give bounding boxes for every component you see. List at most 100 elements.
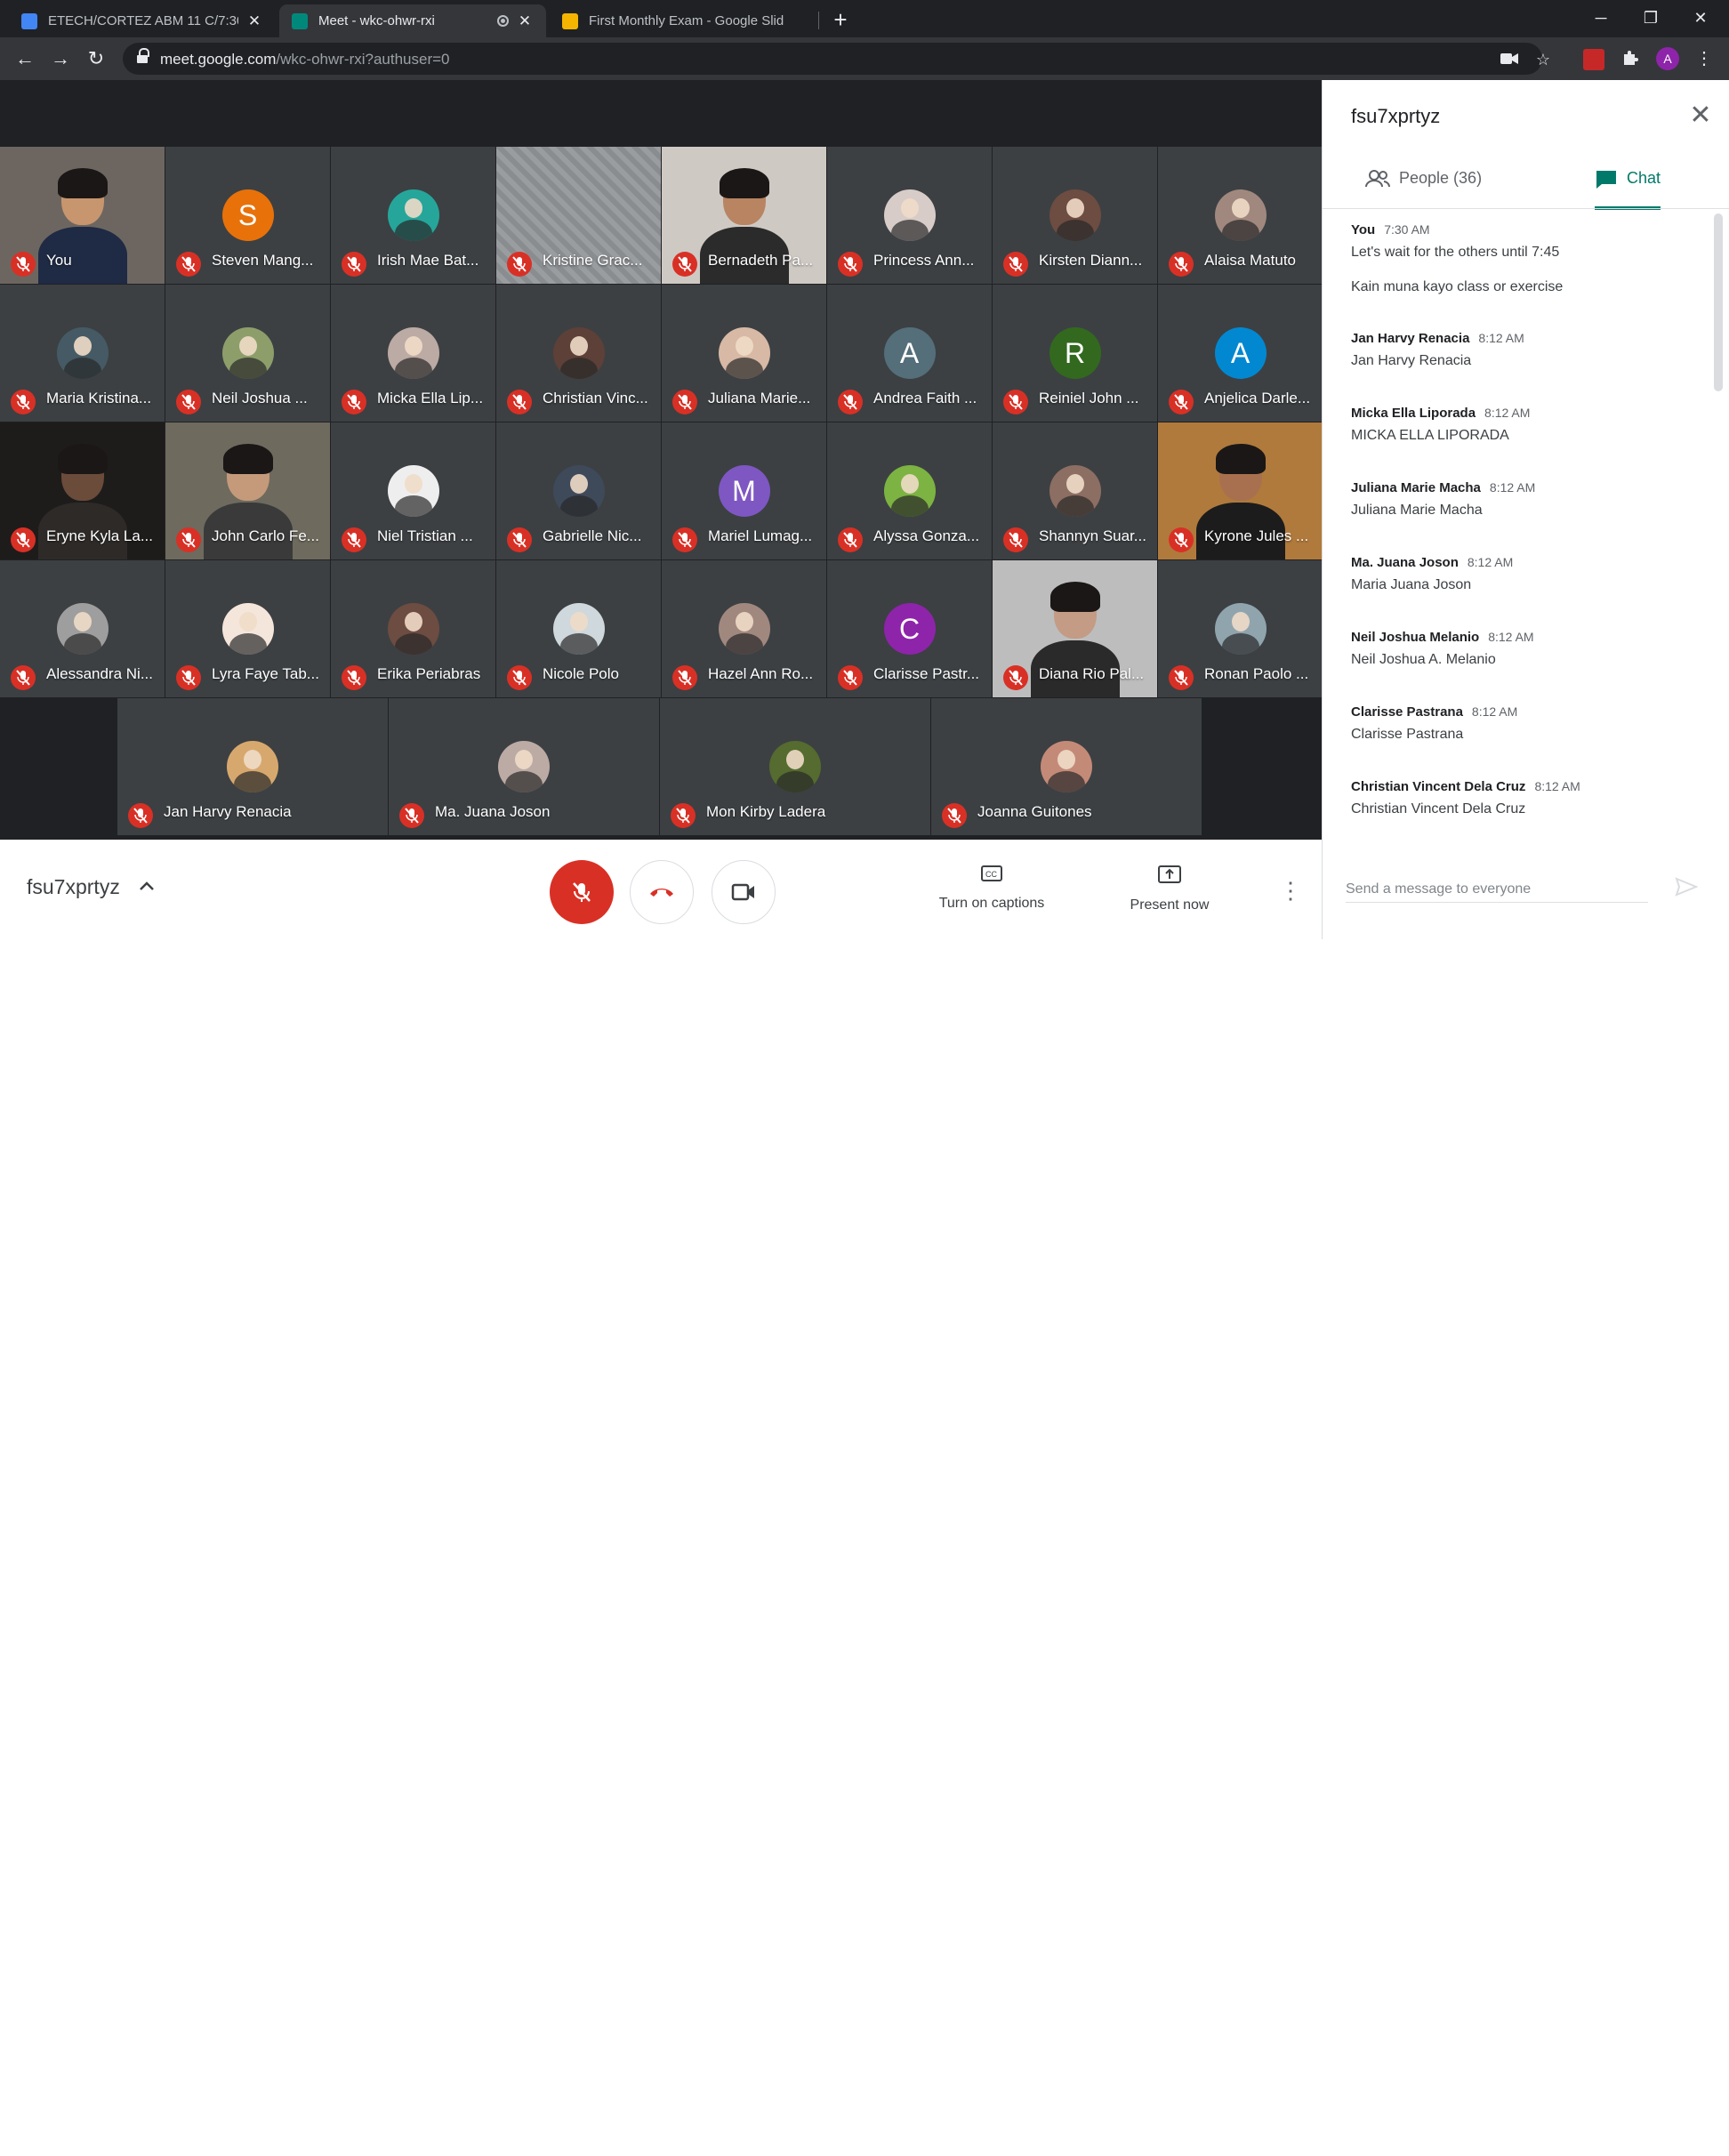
mic-muted-icon (671, 803, 696, 828)
browser-tab-meet[interactable]: Meet - wkc-ohwr-rxi ✕ (279, 4, 546, 37)
participant-name: John Carlo Fe... (212, 527, 319, 544)
browser-menu-icon[interactable]: ⋮ (1693, 48, 1715, 69)
participant-tile[interactable]: A Andrea Faith ... (827, 285, 992, 422)
back-button[interactable]: ← (11, 44, 39, 73)
participant-tile[interactable]: Ma. Juana Joson (389, 698, 659, 835)
close-window-button[interactable]: ✕ (1676, 4, 1725, 32)
message-sender: Christian Vincent Dela Cruz (1351, 779, 1526, 794)
camera-toggle-button[interactable] (712, 860, 776, 924)
meeting-details-chevron-icon[interactable] (135, 875, 158, 898)
mic-muted-icon (507, 252, 532, 277)
participant-name: Irish Mae Bat... (377, 252, 479, 269)
mic-muted-icon (342, 252, 366, 277)
participant-tile[interactable]: Alessandra Ni... (0, 560, 165, 697)
message-time: 8:12 AM (1484, 406, 1531, 420)
browser-tab-classroom[interactable]: ETECH/CORTEZ ABM 11 C/7:30-1 ✕ (9, 4, 276, 37)
chat-scrollbar[interactable] (1714, 213, 1723, 391)
participant-tile[interactable]: Ronan Paolo ... (1158, 560, 1323, 697)
participant-tile[interactable]: Alyssa Gonza... (827, 422, 992, 559)
more-options-icon[interactable]: ⋮ (1279, 877, 1302, 904)
participant-tile[interactable]: S Steven Mang... (165, 147, 330, 284)
participant-tile[interactable]: Niel Tristian ... (331, 422, 495, 559)
captions-button[interactable]: CC Turn on captions (934, 865, 1049, 912)
mic-muted-icon (672, 665, 697, 690)
extensions-puzzle-icon[interactable] (1620, 49, 1640, 68)
lock-icon[interactable] (137, 48, 149, 64)
minimize-window-button[interactable]: ─ (1576, 4, 1626, 32)
chat-tab-label: Chat (1626, 169, 1661, 187)
participant-tile[interactable]: Lyra Faye Tab... (165, 560, 330, 697)
participant-tile[interactable]: Kirsten Diann... (993, 147, 1157, 284)
new-tab-button[interactable]: + (827, 7, 854, 34)
participant-tile[interactable]: Micka Ella Lip... (331, 285, 495, 422)
extension-icon[interactable] (1583, 49, 1604, 70)
participant-tile[interactable]: Gabrielle Nic... (496, 422, 661, 559)
message-sender: Juliana Marie Macha (1351, 480, 1481, 495)
svg-text:CC: CC (985, 870, 997, 879)
message-text: Kain muna kayo class or exercise (1351, 279, 1564, 294)
chat-message-input[interactable]: Send a message to everyone (1346, 876, 1648, 903)
participant-tile[interactable]: Hazel Ann Ro... (662, 560, 826, 697)
close-panel-icon[interactable]: ✕ (1687, 102, 1714, 130)
address-bar[interactable]: meet.google.com/wkc-ohwr-rxi?authuser=0 … (123, 43, 1550, 75)
tab-people[interactable]: People (36) (1365, 169, 1499, 210)
close-tab-icon[interactable]: ✕ (245, 12, 263, 30)
camera-in-use-icon[interactable] (1500, 50, 1519, 69)
participant-tile[interactable]: Christian Vinc... (496, 285, 661, 422)
participant-tile[interactable]: Kristine Grac... (496, 147, 661, 284)
participant-tile[interactable]: Eryne Kyla La... (0, 422, 165, 559)
present-now-button[interactable]: Present now (1121, 865, 1218, 913)
participant-photo-avatar (221, 327, 274, 379)
mic-muted-icon (342, 390, 366, 414)
microphone-toggle-button[interactable] (550, 860, 614, 924)
panel-divider (1323, 208, 1729, 209)
participant-name: Juliana Marie... (708, 390, 811, 406)
leave-call-button[interactable] (630, 860, 694, 924)
participant-tile[interactable]: Jan Harvy Renacia (117, 698, 388, 835)
participant-tile[interactable]: M Mariel Lumag... (662, 422, 826, 559)
forward-button[interactable]: → (46, 44, 75, 73)
panel-title: fsu7xprtyz (1351, 105, 1441, 127)
mic-muted-icon (399, 803, 424, 828)
participant-tile[interactable]: Joanna Guitones (931, 698, 1202, 835)
participant-tile[interactable]: Irish Mae Bat... (331, 147, 495, 284)
participant-tile[interactable]: Nicole Polo (496, 560, 661, 697)
participant-tile[interactable]: You (0, 147, 165, 284)
browser-tab-slides[interactable]: First Monthly Exam - Google Slid (550, 4, 816, 37)
message-sender: Neil Joshua Melanio (1351, 630, 1480, 645)
participant-tile[interactable]: Shannyn Suar... (993, 422, 1157, 559)
mic-muted-icon (11, 665, 36, 690)
browser-toolbar: ← → ↻ meet.google.com/wkc-ohwr-rxi?authu… (0, 37, 1729, 80)
participant-tile[interactable]: John Carlo Fe... (165, 422, 330, 559)
participant-photo-avatar (1049, 465, 1101, 517)
participant-tile[interactable]: Diana Rio Pal... (993, 560, 1157, 697)
participant-tile[interactable]: Bernadeth Pa... (662, 147, 826, 284)
participant-tile[interactable]: R Reiniel John ... (993, 285, 1157, 422)
participant-name: Ronan Paolo ... (1204, 665, 1309, 682)
restore-window-button[interactable]: ❐ (1626, 4, 1676, 32)
mic-muted-icon (838, 665, 863, 690)
participant-tile[interactable]: Alaisa Matuto (1158, 147, 1323, 284)
participant-initial-avatar: R (1049, 327, 1101, 379)
reload-button[interactable]: ↻ (82, 44, 110, 73)
chat-message: Clarisse Pastrana 8:12 AM Clarisse Pastra… (1351, 704, 1698, 743)
send-message-icon[interactable] (1675, 877, 1700, 902)
close-tab-icon[interactable]: ✕ (516, 12, 534, 30)
participant-tile[interactable]: Maria Kristina... (0, 285, 165, 422)
participant-tile[interactable]: A Anjelica Darle... (1158, 285, 1323, 422)
participant-tile[interactable]: Juliana Marie... (662, 285, 826, 422)
captions-label: Turn on captions (938, 896, 1045, 911)
tab-chat[interactable]: Chat (1595, 169, 1661, 210)
message-time: 8:12 AM (1534, 779, 1580, 793)
participant-tile[interactable]: C Clarisse Pastr... (827, 560, 992, 697)
participant-tile[interactable]: Princess Ann... (827, 147, 992, 284)
profile-avatar[interactable]: A (1656, 47, 1679, 70)
chat-message: Christian Vincent Dela Cruz 8:12 AM Chris… (1351, 779, 1698, 817)
participant-tile[interactable]: Kyrone Jules ... (1158, 422, 1323, 559)
mic-muted-icon (507, 527, 532, 552)
participant-tile[interactable]: Neil Joshua ... (165, 285, 330, 422)
chat-message: Juliana Marie Macha 8:12 AM Juliana Marie… (1351, 480, 1698, 519)
participant-tile[interactable]: Mon Kirby Ladera (660, 698, 930, 835)
participant-tile[interactable]: Erika Periabras (331, 560, 495, 697)
bookmark-star-icon[interactable]: ☆ (1533, 50, 1553, 69)
